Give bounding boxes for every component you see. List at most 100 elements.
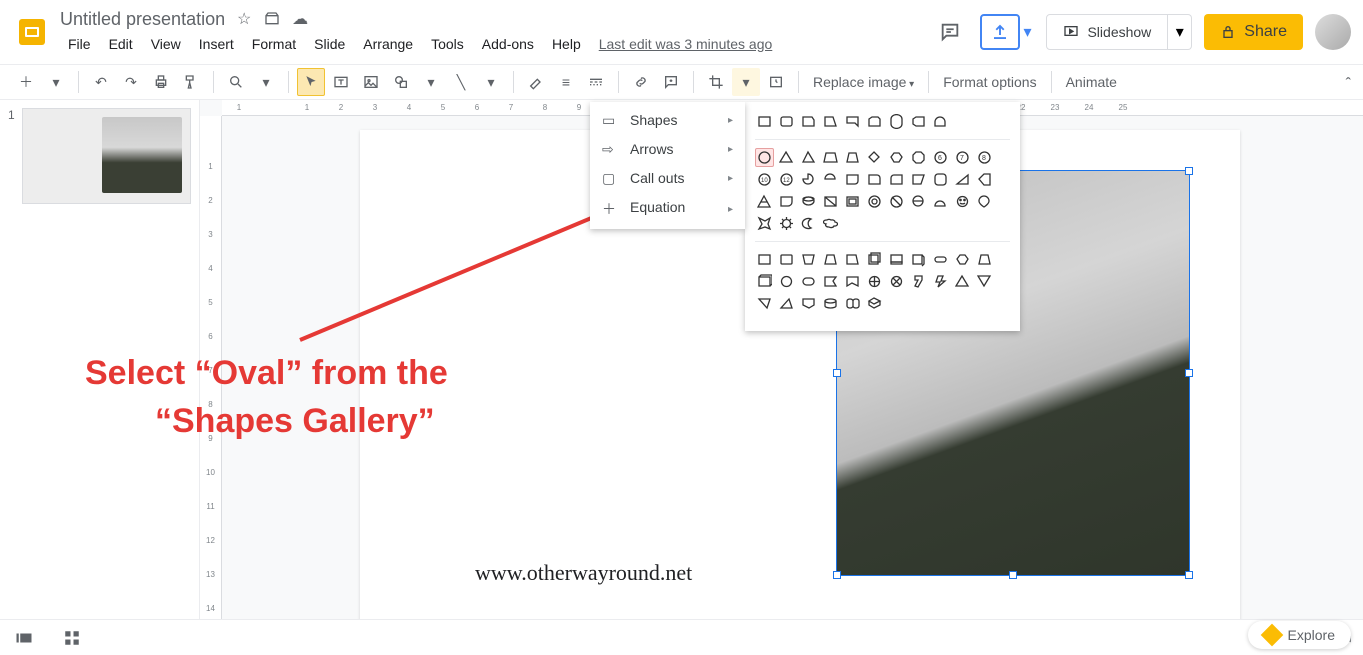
shape-option[interactable] [953, 250, 972, 269]
redo-button[interactable]: ↷ [117, 68, 145, 96]
filmstrip-view-icon[interactable] [12, 626, 36, 650]
share-button[interactable]: Share [1204, 14, 1303, 50]
format-options-button[interactable]: Format options [937, 74, 1042, 90]
shape-option[interactable]: 6 [931, 148, 950, 167]
shape-option[interactable] [799, 170, 818, 189]
shape-option[interactable] [799, 294, 818, 313]
comment-button[interactable] [657, 68, 685, 96]
line-dropdown[interactable]: ▾ [477, 68, 505, 96]
mask-equation[interactable]: ＋Equation▸ [590, 193, 745, 225]
move-icon[interactable] [263, 10, 281, 28]
mask-callouts[interactable]: ▢Call outs▸ [590, 164, 745, 193]
shape-option[interactable] [953, 170, 972, 189]
shape-option[interactable] [821, 192, 840, 211]
menu-slide[interactable]: Slide [306, 32, 353, 56]
shape-option[interactable] [953, 272, 972, 291]
menu-view[interactable]: View [143, 32, 189, 56]
shape-option[interactable] [887, 112, 906, 131]
star-icon[interactable]: ☆ [235, 10, 253, 28]
border-dash-button[interactable] [582, 68, 610, 96]
present-upload-button[interactable] [980, 14, 1020, 50]
border-color-button[interactable] [522, 68, 550, 96]
shape-option[interactable] [865, 272, 884, 291]
animate-button[interactable]: Animate [1060, 74, 1123, 90]
new-slide-button[interactable]: ＋ [12, 68, 40, 96]
shape-option[interactable] [909, 272, 928, 291]
shape-option[interactable] [777, 214, 796, 233]
shape-option[interactable]: 10 [755, 170, 774, 189]
new-slide-dropdown[interactable]: ▾ [42, 68, 70, 96]
image-tool[interactable] [357, 68, 385, 96]
doc-title[interactable]: Untitled presentation [60, 9, 225, 30]
replace-image-button[interactable]: Replace image ▾ [807, 74, 920, 90]
shape-option[interactable] [777, 294, 796, 313]
comments-icon[interactable] [932, 14, 968, 50]
crop-button[interactable] [702, 68, 730, 96]
shape-option[interactable] [931, 272, 950, 291]
shape-option[interactable] [821, 170, 840, 189]
shape-option[interactable]: 12 [777, 170, 796, 189]
shape-option[interactable] [865, 192, 884, 211]
shape-option[interactable]: 7 [953, 148, 972, 167]
shape-option[interactable] [821, 148, 840, 167]
shape-option[interactable] [843, 112, 862, 131]
slides-logo[interactable] [12, 12, 52, 52]
mask-arrows[interactable]: ⇨Arrows▸ [590, 135, 745, 164]
shape-option[interactable] [909, 192, 928, 211]
shape-option[interactable] [909, 148, 928, 167]
shape-dropdown[interactable]: ▾ [417, 68, 445, 96]
shape-option[interactable] [821, 250, 840, 269]
menu-arrange[interactable]: Arrange [355, 32, 421, 56]
resize-handle-w[interactable] [833, 369, 841, 377]
shape-option[interactable] [865, 294, 884, 313]
shape-option[interactable] [909, 170, 928, 189]
menu-format[interactable]: Format [244, 32, 304, 56]
shape-option[interactable] [843, 250, 862, 269]
menu-edit[interactable]: Edit [101, 32, 141, 56]
zoom-button[interactable] [222, 68, 250, 96]
shape-option[interactable] [953, 192, 972, 211]
reset-image-button[interactable] [762, 68, 790, 96]
shape-option[interactable] [777, 272, 796, 291]
upload-dropdown[interactable]: ▾ [1020, 14, 1034, 50]
shape-option[interactable] [909, 250, 928, 269]
menu-file[interactable]: File [60, 32, 99, 56]
print-button[interactable] [147, 68, 175, 96]
zoom-dropdown[interactable]: ▾ [252, 68, 280, 96]
shape-option[interactable] [799, 112, 818, 131]
select-tool[interactable] [297, 68, 325, 96]
avatar[interactable] [1315, 14, 1351, 50]
shape-option[interactable] [865, 170, 884, 189]
shape-option[interactable] [865, 112, 884, 131]
shape-option[interactable] [975, 272, 994, 291]
shape-option[interactable] [887, 148, 906, 167]
slide-thumbnail[interactable] [22, 108, 191, 204]
shape-option[interactable] [975, 170, 994, 189]
shape-option[interactable] [843, 192, 862, 211]
cloud-icon[interactable]: ☁ [291, 10, 309, 28]
shape-option[interactable] [755, 112, 774, 131]
slideshow-button[interactable]: Slideshow [1046, 14, 1168, 50]
shape-option[interactable] [821, 272, 840, 291]
shape-option[interactable] [865, 148, 884, 167]
shape-option[interactable] [777, 250, 796, 269]
shape-option[interactable] [755, 294, 774, 313]
grid-view-icon[interactable] [60, 626, 84, 650]
shape-option[interactable] [887, 192, 906, 211]
resize-handle-ne[interactable] [1185, 167, 1193, 175]
shape-tool[interactable] [387, 68, 415, 96]
shape-option[interactable] [887, 170, 906, 189]
shape-option[interactable] [887, 250, 906, 269]
slideshow-dropdown[interactable]: ▾ [1168, 14, 1192, 50]
paint-format-button[interactable] [177, 68, 205, 96]
resize-handle-e[interactable] [1185, 369, 1193, 377]
shape-option[interactable] [799, 192, 818, 211]
undo-button[interactable]: ↶ [87, 68, 115, 96]
shape-option[interactable] [821, 294, 840, 313]
resize-handle-se[interactable] [1185, 571, 1193, 579]
shape-option[interactable] [799, 272, 818, 291]
shape-option[interactable] [777, 112, 796, 131]
link-button[interactable] [627, 68, 655, 96]
shape-option[interactable] [821, 214, 840, 233]
shape-option[interactable] [821, 112, 840, 131]
